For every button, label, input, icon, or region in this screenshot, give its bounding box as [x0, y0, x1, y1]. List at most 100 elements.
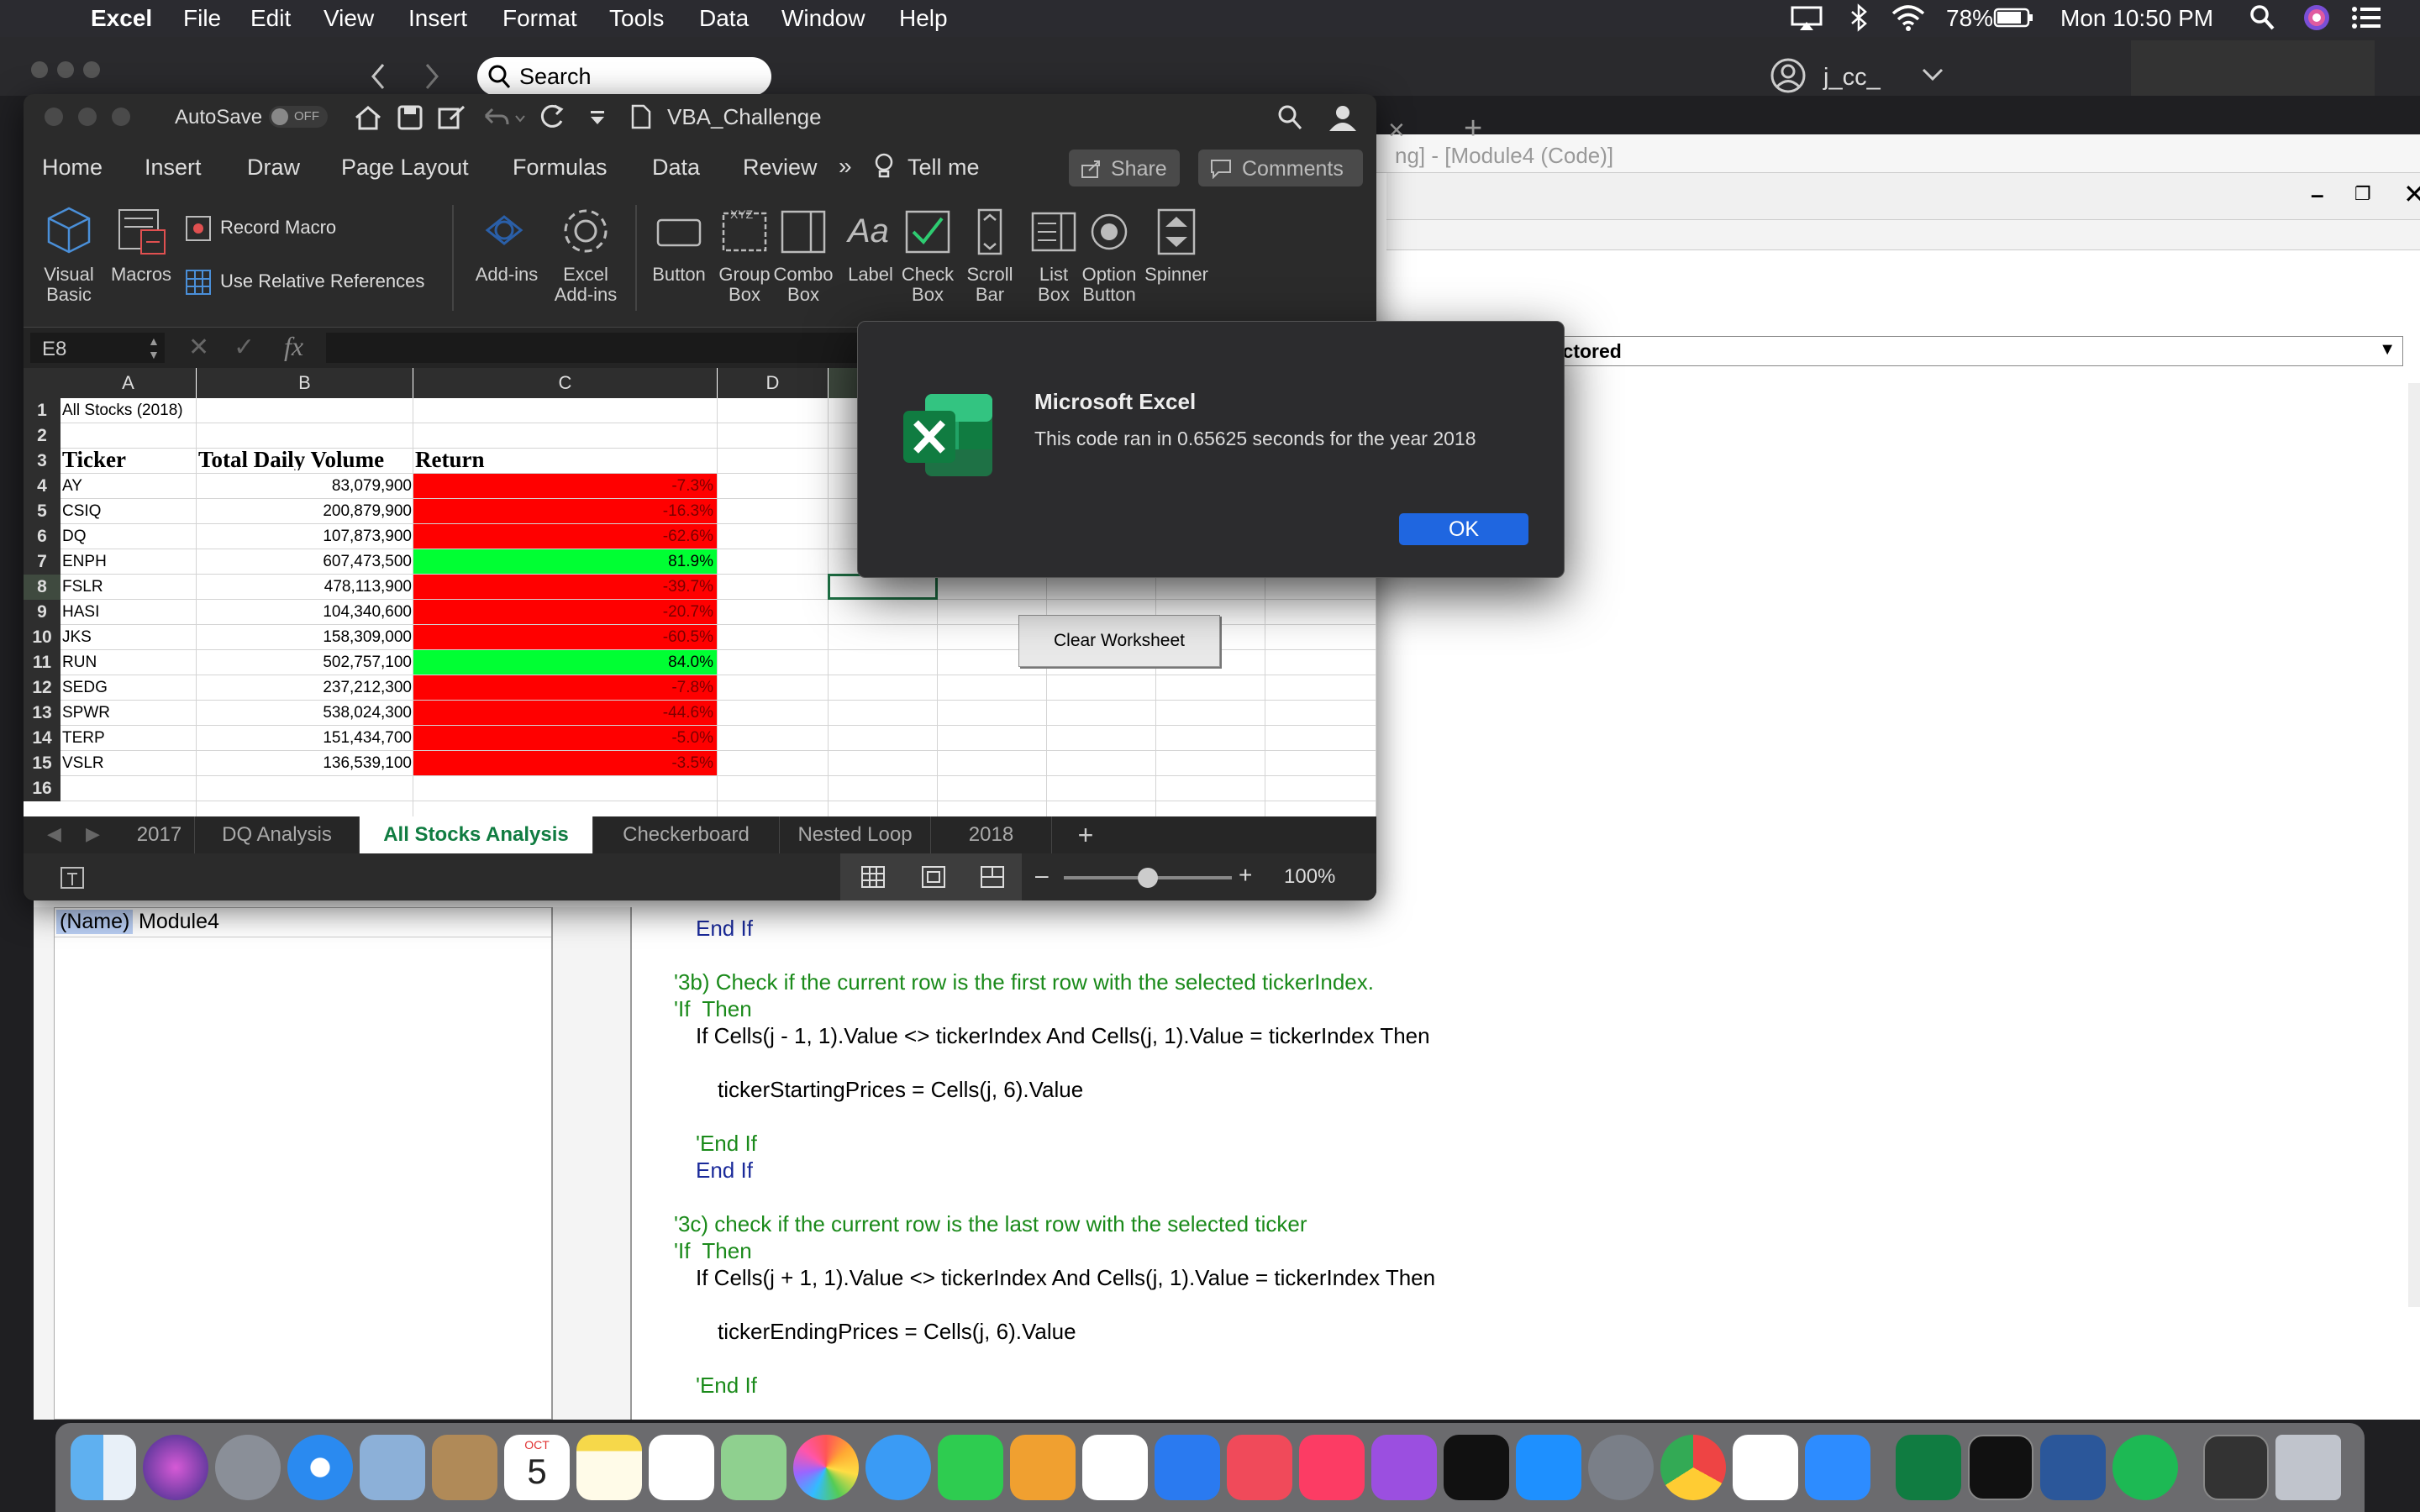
prev-sheet-icon[interactable]: ◀ — [47, 823, 61, 845]
volume-cell[interactable]: 136,539,100 — [198, 751, 412, 776]
return-cell[interactable]: -44.6% — [413, 701, 717, 725]
menu-view[interactable]: View — [324, 5, 374, 32]
ticker-cell[interactable]: ENPH — [62, 549, 195, 575]
name-box[interactable]: E8 ▲ ▼ — [30, 333, 165, 363]
page-layout-view-icon[interactable] — [921, 865, 946, 889]
photos-icon[interactable] — [793, 1435, 859, 1500]
new-tab-icon[interactable]: + — [1464, 111, 1482, 147]
apple-tv-icon[interactable] — [1444, 1435, 1509, 1500]
function-icon[interactable]: fx — [284, 331, 303, 362]
customize-toolbar-icon[interactable] — [588, 109, 607, 126]
row-header[interactable]: 14 — [24, 726, 60, 751]
autosave-toggle[interactable]: OFF — [269, 106, 328, 128]
tell-me[interactable]: Tell me — [908, 155, 980, 181]
spotlight-icon[interactable] — [2112, 1435, 2178, 1500]
share-button[interactable]: Share — [1069, 150, 1180, 186]
property-name-label[interactable]: (Name) — [56, 910, 134, 934]
chevron-down-icon[interactable] — [1921, 67, 1944, 82]
combo-box-control-button[interactable]: Combo Box — [770, 203, 837, 312]
macros-button[interactable]: Macros — [108, 203, 175, 312]
sheet-tab[interactable]: 2017 — [124, 816, 195, 853]
excel-add-ins-button[interactable]: Excel Add-ins — [548, 203, 623, 312]
volume-cell[interactable]: 237,212,300 — [198, 675, 412, 701]
battery-icon[interactable] — [1993, 8, 2033, 28]
row-header[interactable]: 8 — [24, 575, 60, 600]
normal-view-icon[interactable] — [860, 865, 886, 889]
row-header[interactable]: 2 — [24, 423, 60, 449]
volume-cell[interactable]: 151,434,700 — [198, 726, 412, 751]
calendar-icon[interactable]: OCT 5 — [504, 1435, 570, 1500]
tab-draw[interactable]: Draw — [247, 155, 300, 181]
ticker-cell[interactable]: RUN — [62, 650, 195, 675]
zoom-level[interactable]: 100% — [1284, 865, 1335, 889]
sheet-title-cell[interactable]: All Stocks (2018) — [62, 398, 195, 423]
save-icon[interactable] — [397, 104, 424, 131]
ticker-cell[interactable]: TERP — [62, 726, 195, 751]
ticker-cell[interactable]: FSLR — [62, 575, 195, 600]
accessibility-icon[interactable] — [59, 865, 86, 890]
header-return[interactable]: Return — [415, 445, 716, 470]
chrome-icon[interactable] — [1660, 1435, 1726, 1500]
code-line[interactable]: If Cells(j - 1, 1).Value <> tickerIndex … — [696, 1023, 1430, 1049]
tab-insert[interactable]: Insert — [145, 155, 202, 181]
code-line[interactable]: If Cells(j + 1, 1).Value <> tickerIndex … — [696, 1265, 1435, 1291]
music-icon[interactable] — [1299, 1435, 1365, 1500]
edit-icon[interactable] — [437, 104, 467, 131]
volume-cell[interactable]: 502,757,100 — [198, 650, 412, 675]
row-header[interactable]: 16 — [24, 776, 60, 801]
menu-help[interactable]: Help — [899, 5, 948, 32]
keynote-icon[interactable] — [1155, 1435, 1220, 1500]
page-break-view-icon[interactable] — [980, 865, 1005, 889]
maps-icon[interactable] — [721, 1435, 786, 1500]
tab-page-layout[interactable]: Page Layout — [341, 155, 469, 181]
row-header[interactable]: 3 — [24, 449, 60, 474]
cancel-icon[interactable]: ✕ — [188, 333, 209, 362]
airplay-icon[interactable] — [1790, 5, 1823, 32]
siri-icon[interactable] — [2302, 3, 2331, 32]
ticker-cell[interactable]: JKS — [62, 625, 195, 650]
ticker-cell[interactable]: AY — [62, 474, 195, 499]
code-line[interactable]: tickerEndingPrices = Cells(j, 6).Value — [718, 1319, 1076, 1345]
menu-window[interactable]: Window — [781, 5, 865, 32]
sheet-tab[interactable]: DQ Analysis — [195, 816, 360, 853]
volume-cell[interactable]: 538,024,300 — [198, 701, 412, 726]
messages-icon[interactable] — [865, 1435, 931, 1500]
system-preferences-icon[interactable] — [1588, 1435, 1654, 1500]
share-person-icon[interactable] — [1326, 101, 1360, 133]
home-icon[interactable] — [353, 104, 383, 131]
code-line[interactable]: 'If Then — [674, 996, 752, 1022]
tab-data[interactable]: Data — [652, 155, 700, 181]
trash-icon[interactable] — [2275, 1435, 2341, 1500]
forward-icon[interactable] — [424, 62, 440, 91]
sheet-tab[interactable]: All Stocks Analysis — [360, 816, 593, 853]
sheet-tab[interactable]: Nested Loop — [780, 816, 931, 853]
record-macro-button[interactable]: Record Macro — [183, 213, 460, 244]
siri-icon[interactable] — [143, 1435, 208, 1500]
return-cell[interactable]: 81.9% — [413, 549, 717, 574]
row-header[interactable]: 12 — [24, 675, 60, 701]
row-header[interactable]: 7 — [24, 549, 60, 575]
return-cell[interactable]: -62.6% — [413, 524, 717, 549]
tab-review[interactable]: Review — [743, 155, 818, 181]
window-controls[interactable] — [44, 107, 153, 127]
tab-home[interactable]: Home — [42, 155, 103, 181]
ticker-cell[interactable]: SEDG — [62, 675, 195, 701]
code-line[interactable]: tickerStartingPrices = Cells(j, 6).Value — [718, 1077, 1083, 1103]
word-icon[interactable] — [2040, 1435, 2106, 1500]
reminders-icon[interactable] — [649, 1435, 714, 1500]
zoom-slider-thumb[interactable] — [1138, 868, 1158, 888]
menu-insert[interactable]: Insert — [408, 5, 467, 32]
menu-file[interactable]: File — [183, 5, 221, 32]
code-line[interactable]: 'End If — [696, 1131, 757, 1157]
ticker-cell[interactable]: HASI — [62, 600, 195, 625]
podcasts-icon[interactable] — [1371, 1435, 1437, 1500]
clear-worksheet-button[interactable]: Clear Worksheet — [1018, 615, 1220, 667]
return-cell[interactable]: -39.7% — [413, 575, 717, 599]
volume-cell[interactable]: 104,340,600 — [198, 600, 412, 625]
notification-center-icon[interactable] — [2351, 5, 2381, 30]
volume-cell[interactable]: 200,879,900 — [198, 499, 412, 524]
redo-icon[interactable] — [538, 104, 566, 131]
confirm-icon[interactable]: ✓ — [234, 333, 255, 362]
row-header[interactable]: 5 — [24, 499, 60, 524]
column-header[interactable]: D — [718, 368, 828, 398]
